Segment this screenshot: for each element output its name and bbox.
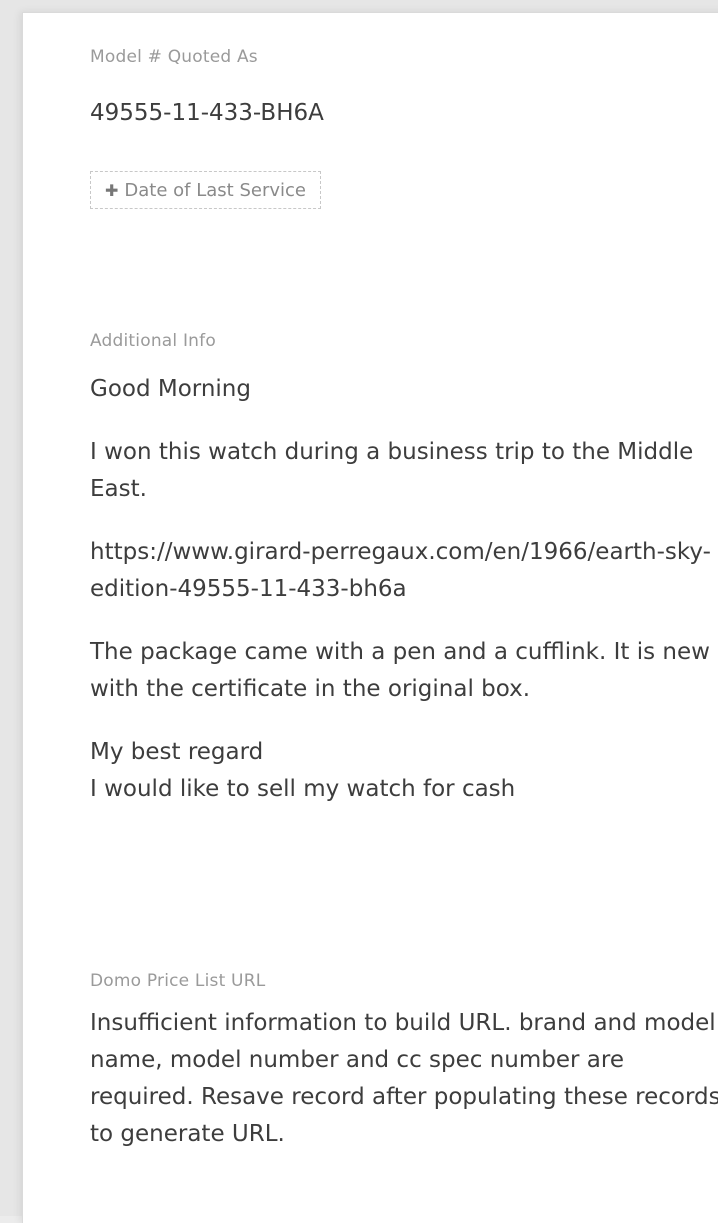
add-field-label: Date of Last Service [124,179,306,201]
closing-line-2: I would like to sell my watch for cash [90,776,516,802]
record-detail-panel: Model # Quoted As 49555-11-433-BH6A ✚ Da… [22,12,718,1223]
domo-price-list-url-label: Domo Price List URL [90,971,266,991]
message-paragraph-2: The package came with a pen and a cuffli… [90,639,710,702]
additional-info-label: Additional Info [90,331,216,351]
additional-info-value: Good Morning I won this watch during a b… [90,371,718,808]
model-quoted-value: 49555-11-433-BH6A [90,100,324,126]
message-paragraph-1: I won this watch during a business trip … [90,439,694,502]
domo-price-list-url-value: Insufficient information to build URL. b… [90,1010,718,1147]
greeting-text: Good Morning [90,376,251,402]
message-url: https://www.girard-perregaux.com/en/1966… [90,534,718,608]
screen-frame: Model # Quoted As 49555-11-433-BH6A ✚ Da… [0,0,718,1223]
product-url-text: https://www.girard-perregaux.com/en/1966… [90,539,711,602]
add-date-of-last-service-button[interactable]: ✚ Date of Last Service [90,171,321,209]
closing-line-1: My best regard [90,739,264,765]
plus-icon: ✚ [105,180,119,200]
model-quoted-label: Model # Quoted As [90,47,258,67]
